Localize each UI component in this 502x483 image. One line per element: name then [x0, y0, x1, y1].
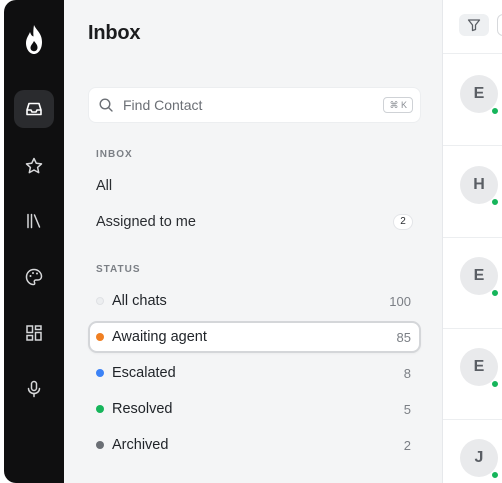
icon-rail	[4, 0, 64, 483]
divider	[443, 328, 502, 329]
status-item-label: Awaiting agent	[112, 329, 207, 345]
search-icon	[99, 98, 113, 112]
status-count: 5	[403, 402, 411, 417]
library-icon[interactable]	[14, 202, 54, 240]
microphone-icon[interactable]	[14, 370, 54, 408]
divider	[443, 419, 502, 420]
status-item-label: All chats	[112, 293, 167, 309]
online-status-dot	[491, 471, 499, 479]
status-count: 8	[403, 366, 411, 381]
filter-icon	[467, 19, 481, 32]
status-dot	[96, 405, 104, 413]
status-item-archived[interactable]: Archived 2	[88, 429, 421, 461]
keyboard-shortcut-hint: ⌘ K	[383, 97, 413, 113]
status-item-all-chats[interactable]: All chats 100	[88, 285, 421, 317]
online-status-dot	[491, 107, 499, 115]
status-count: 2	[403, 438, 411, 453]
search-input[interactable]	[123, 88, 373, 122]
palette-icon[interactable]	[14, 258, 54, 296]
inbox-item-label: Assigned to me	[96, 214, 196, 230]
conversation-list: E H E E J	[442, 0, 502, 483]
page-title: Inbox	[88, 22, 141, 44]
status-dot	[96, 369, 104, 377]
inbox-item-assigned-to-me[interactable]: Assigned to me 2	[88, 206, 421, 238]
status-item-label: Resolved	[112, 401, 173, 417]
status-section-label: STATUS	[96, 264, 141, 275]
status-item-label: Escalated	[112, 365, 176, 381]
online-status-dot	[491, 289, 499, 297]
divider	[443, 145, 502, 146]
status-count: 100	[389, 294, 411, 309]
status-dot	[96, 297, 104, 305]
online-status-dot	[491, 380, 499, 388]
online-status-dot	[491, 198, 499, 206]
status-count: 85	[396, 330, 411, 345]
status-item-awaiting-agent[interactable]: Awaiting agent 85	[88, 321, 421, 353]
status-dot	[96, 333, 104, 341]
status-item-resolved[interactable]: Resolved 5	[88, 393, 421, 425]
dashboard-icon[interactable]	[14, 314, 54, 352]
count-badge: 2	[393, 214, 413, 230]
star-icon[interactable]	[14, 147, 54, 185]
status-item-label: Archived	[112, 437, 169, 453]
logo-flame-icon[interactable]	[20, 24, 48, 56]
status-item-escalated[interactable]: Escalated 8	[88, 357, 421, 389]
divider	[443, 53, 502, 54]
inbox-icon[interactable]	[14, 90, 54, 128]
inbox-section-label: INBOX	[96, 149, 133, 160]
status-dot	[96, 441, 104, 449]
search-box[interactable]: ⌘ K	[88, 87, 421, 123]
divider	[443, 237, 502, 238]
inbox-panel: Inbox ⌘ K INBOX All Assigned to me 2 STA…	[64, 0, 442, 483]
inbox-item-label: All	[96, 178, 113, 194]
inbox-item-all[interactable]: All	[88, 170, 421, 202]
filter-button[interactable]	[459, 14, 489, 36]
sort-button[interactable]	[497, 14, 502, 36]
